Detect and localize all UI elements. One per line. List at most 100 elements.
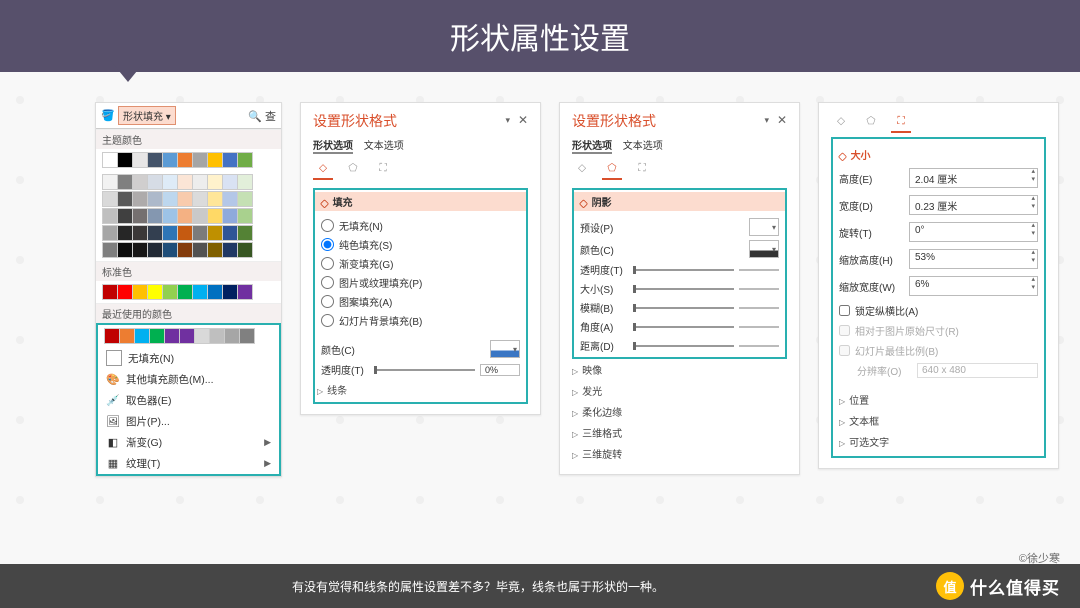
shadow-section-header[interactable]: 阴影 (574, 192, 785, 211)
color-swatch[interactable] (164, 328, 180, 344)
close-icon[interactable]: ✕ (518, 113, 528, 127)
line-section[interactable]: 线条 (317, 379, 524, 400)
color-swatch[interactable] (192, 225, 208, 241)
collapse-icon[interactable]: ▾ (505, 115, 510, 126)
fill-line-icon[interactable]: ◇ (831, 111, 851, 131)
color-swatch[interactable] (102, 152, 118, 168)
no-fill-item[interactable]: 无填充(N) (98, 347, 279, 369)
shadow-dist-slider[interactable] (633, 345, 734, 347)
color-swatch[interactable] (132, 152, 148, 168)
color-swatch[interactable] (102, 174, 118, 190)
size-subsection[interactable]: 可选文字 (839, 431, 1038, 452)
color-swatch[interactable] (209, 328, 225, 344)
effect-section[interactable]: 三维格式 (572, 422, 787, 443)
color-swatch[interactable] (117, 208, 133, 224)
color-swatch[interactable] (222, 208, 238, 224)
color-swatch[interactable] (147, 284, 163, 300)
size-icon[interactable]: ⛶ (891, 111, 911, 133)
color-swatch[interactable] (194, 328, 210, 344)
color-swatch[interactable] (237, 191, 253, 207)
opt-picture-fill[interactable]: 图片或纹理填充(P) (317, 273, 524, 292)
color-swatch[interactable] (207, 152, 223, 168)
color-swatch[interactable] (222, 242, 238, 258)
color-swatch[interactable] (117, 152, 133, 168)
color-swatch[interactable] (117, 284, 133, 300)
opt-slide-bg-fill[interactable]: 幻灯片背景填充(B) (317, 311, 524, 330)
height-input[interactable]: 2.04 厘米 (909, 168, 1038, 188)
fill-tab[interactable]: 形状填充 ▾ (118, 106, 176, 125)
tab-shape-options[interactable]: 形状选项 (572, 141, 612, 154)
color-swatch[interactable] (132, 191, 148, 207)
color-swatch[interactable] (132, 174, 148, 190)
width-input[interactable]: 0.23 厘米 (909, 195, 1038, 215)
color-swatch[interactable] (147, 191, 163, 207)
color-swatch[interactable] (162, 242, 178, 258)
color-swatch[interactable] (222, 284, 238, 300)
color-swatch[interactable] (237, 284, 253, 300)
effects-icon[interactable]: ⬠ (602, 158, 622, 180)
color-swatch[interactable] (132, 284, 148, 300)
search-button[interactable]: 🔍 查 (248, 108, 276, 124)
effect-section[interactable]: 发光 (572, 380, 787, 401)
color-swatch[interactable] (222, 152, 238, 168)
color-swatch[interactable] (177, 191, 193, 207)
color-swatch[interactable] (162, 152, 178, 168)
color-swatch[interactable] (162, 191, 178, 207)
opt-gradient-fill[interactable]: 渐变填充(G) (317, 254, 524, 273)
color-swatch[interactable] (102, 208, 118, 224)
color-swatch[interactable] (149, 328, 165, 344)
transparency-value[interactable]: 0% (480, 364, 520, 376)
scale-height-input[interactable]: 53% (909, 249, 1038, 269)
color-swatch[interactable] (207, 208, 223, 224)
color-swatch[interactable] (237, 208, 253, 224)
shadow-trans-slider[interactable] (633, 269, 734, 271)
fill-line-icon[interactable]: ◇ (313, 158, 333, 180)
color-swatch[interactable] (162, 284, 178, 300)
color-swatch[interactable] (179, 328, 195, 344)
fill-color-picker[interactable] (490, 340, 520, 358)
size-icon[interactable]: ⛶ (632, 158, 652, 178)
color-swatch[interactable] (102, 191, 118, 207)
fill-line-icon[interactable]: ◇ (572, 158, 592, 178)
texture-fill-item[interactable]: ▦ 纹理(T) ▶ (98, 453, 279, 474)
color-swatch[interactable] (147, 225, 163, 241)
opt-pattern-fill[interactable]: 图案填充(A) (317, 292, 524, 311)
shadow-angle-value[interactable] (739, 326, 779, 328)
size-section-header[interactable]: 大小 (839, 147, 1038, 162)
color-swatch[interactable] (207, 225, 223, 241)
more-colors-item[interactable]: 🎨 其他填充颜色(M)... (98, 369, 279, 390)
color-swatch[interactable] (162, 174, 178, 190)
picture-fill-item[interactable]: 🖼 图片(P)... (98, 411, 279, 432)
color-swatch[interactable] (132, 242, 148, 258)
gradient-fill-item[interactable]: ◧ 渐变(G) ▶ (98, 432, 279, 453)
effect-section[interactable]: 柔化边缘 (572, 401, 787, 422)
shadow-size-value[interactable] (739, 288, 779, 290)
color-swatch[interactable] (117, 174, 133, 190)
color-swatch[interactable] (237, 242, 253, 258)
color-swatch[interactable] (192, 284, 208, 300)
color-swatch[interactable] (119, 328, 135, 344)
shadow-angle-slider[interactable] (633, 326, 734, 328)
shadow-size-slider[interactable] (633, 288, 734, 290)
color-swatch[interactable] (224, 328, 240, 344)
color-swatch[interactable] (147, 242, 163, 258)
color-swatch[interactable] (147, 152, 163, 168)
color-swatch[interactable] (162, 208, 178, 224)
transparency-slider[interactable] (374, 369, 475, 371)
theme-tints-grid[interactable] (96, 171, 281, 261)
color-swatch[interactable] (147, 208, 163, 224)
size-subsection[interactable]: 文本框 (839, 410, 1038, 431)
size-subsection[interactable]: 位置 (839, 389, 1038, 410)
color-swatch[interactable] (239, 328, 255, 344)
color-swatch[interactable] (132, 225, 148, 241)
color-swatch[interactable] (207, 174, 223, 190)
color-swatch[interactable] (177, 242, 193, 258)
color-swatch[interactable] (222, 191, 238, 207)
color-swatch[interactable] (117, 242, 133, 258)
color-swatch[interactable] (104, 328, 120, 344)
shadow-blur-slider[interactable] (633, 307, 734, 309)
color-swatch[interactable] (117, 191, 133, 207)
color-swatch[interactable] (134, 328, 150, 344)
lock-aspect-checkbox[interactable]: 锁定纵横比(A) (839, 303, 1038, 318)
opt-solid-fill[interactable]: 纯色填充(S) (317, 235, 524, 254)
